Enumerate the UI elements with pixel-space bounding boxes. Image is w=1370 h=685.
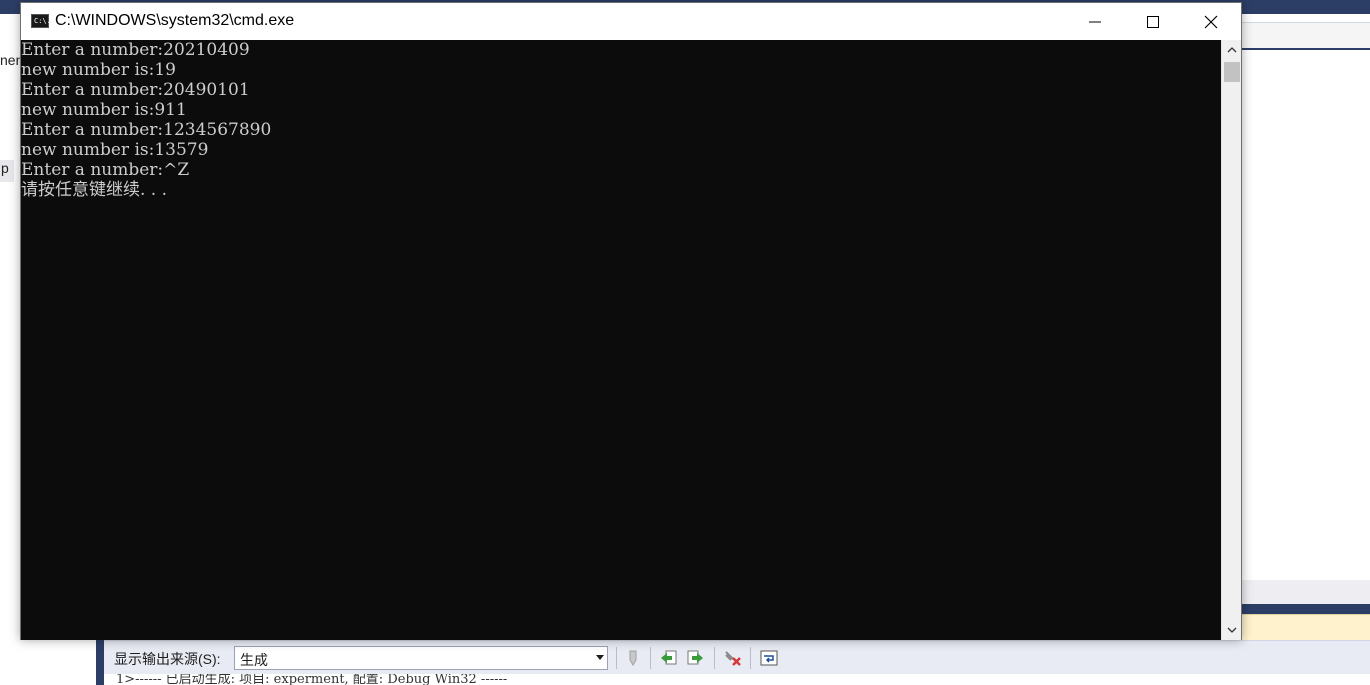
ide-scroll-area xyxy=(1242,580,1370,604)
cmd-app-icon: C:\. xyxy=(31,14,51,28)
ide-side-tab-fragment[interactable]: p xyxy=(0,160,14,182)
toolbar-separator xyxy=(616,647,617,669)
output-pane[interactable]: 1>------ 已启动生成: 项目: experment, 配置: Debug… xyxy=(104,674,1370,685)
scrollbar-thumb[interactable] xyxy=(1224,62,1240,82)
console-line: Enter a number:^Z xyxy=(21,160,190,180)
console-line: new number is:13579 xyxy=(21,140,209,160)
chevron-up-icon xyxy=(1227,47,1237,53)
console-output[interactable]: Enter a number:20210409 new number is:19… xyxy=(21,40,1221,640)
chevron-down-icon xyxy=(596,655,604,660)
output-source-select[interactable]: 生成 xyxy=(234,646,608,670)
word-wrap-icon[interactable] xyxy=(758,647,780,669)
minimize-icon xyxy=(1089,21,1101,22)
close-button[interactable] xyxy=(1182,3,1240,40)
toolbar-separator xyxy=(650,647,651,669)
close-icon xyxy=(1204,15,1218,28)
output-toolbar: 显示输出来源(S): 生成 xyxy=(104,640,1370,674)
minimize-button[interactable] xyxy=(1066,3,1124,40)
go-to-message-icon[interactable] xyxy=(622,647,644,669)
console-line: Enter a number:1234567890 xyxy=(21,120,272,140)
toolbar-separator xyxy=(750,647,751,669)
console-line: new number is:19 xyxy=(21,60,176,80)
toolbar-separator xyxy=(714,647,715,669)
maximize-icon xyxy=(1147,15,1159,28)
next-message-icon[interactable] xyxy=(684,647,706,669)
chevron-down-icon xyxy=(1227,627,1237,633)
clear-all-icon[interactable] xyxy=(722,647,744,669)
console-line: 请按任意键继续. . . xyxy=(21,180,168,200)
output-line: 1>------ 已启动生成: 项目: experment, 配置: Debug… xyxy=(116,674,508,685)
cmd-title-bar[interactable]: C:\. C:\WINDOWS\system32\cmd.exe xyxy=(21,3,1241,40)
cmd-window[interactable]: C:\. C:\WINDOWS\system32\cmd.exe Enter a… xyxy=(20,2,1242,640)
console-line: Enter a number:20490101 xyxy=(21,80,250,100)
cmd-app-icon-text: C:\. xyxy=(34,17,51,25)
console-line: new number is:911 xyxy=(21,100,187,120)
console-line: Enter a number:20210409 xyxy=(21,40,250,60)
maximize-button[interactable] xyxy=(1124,3,1182,40)
ide-document-tab-strip[interactable] xyxy=(1242,22,1370,50)
window-title: C:\WINDOWS\system32\cmd.exe xyxy=(55,12,295,29)
output-source-value: 生成 xyxy=(240,652,268,668)
scroll-up-button[interactable] xyxy=(1222,40,1242,60)
scroll-down-button[interactable] xyxy=(1222,620,1242,640)
previous-message-icon[interactable] xyxy=(658,647,680,669)
ide-editor-area xyxy=(1242,14,1370,610)
ide-info-bar xyxy=(1242,614,1370,640)
vertical-scrollbar[interactable] xyxy=(1221,40,1241,640)
output-source-label: 显示输出来源(S): xyxy=(114,651,221,667)
